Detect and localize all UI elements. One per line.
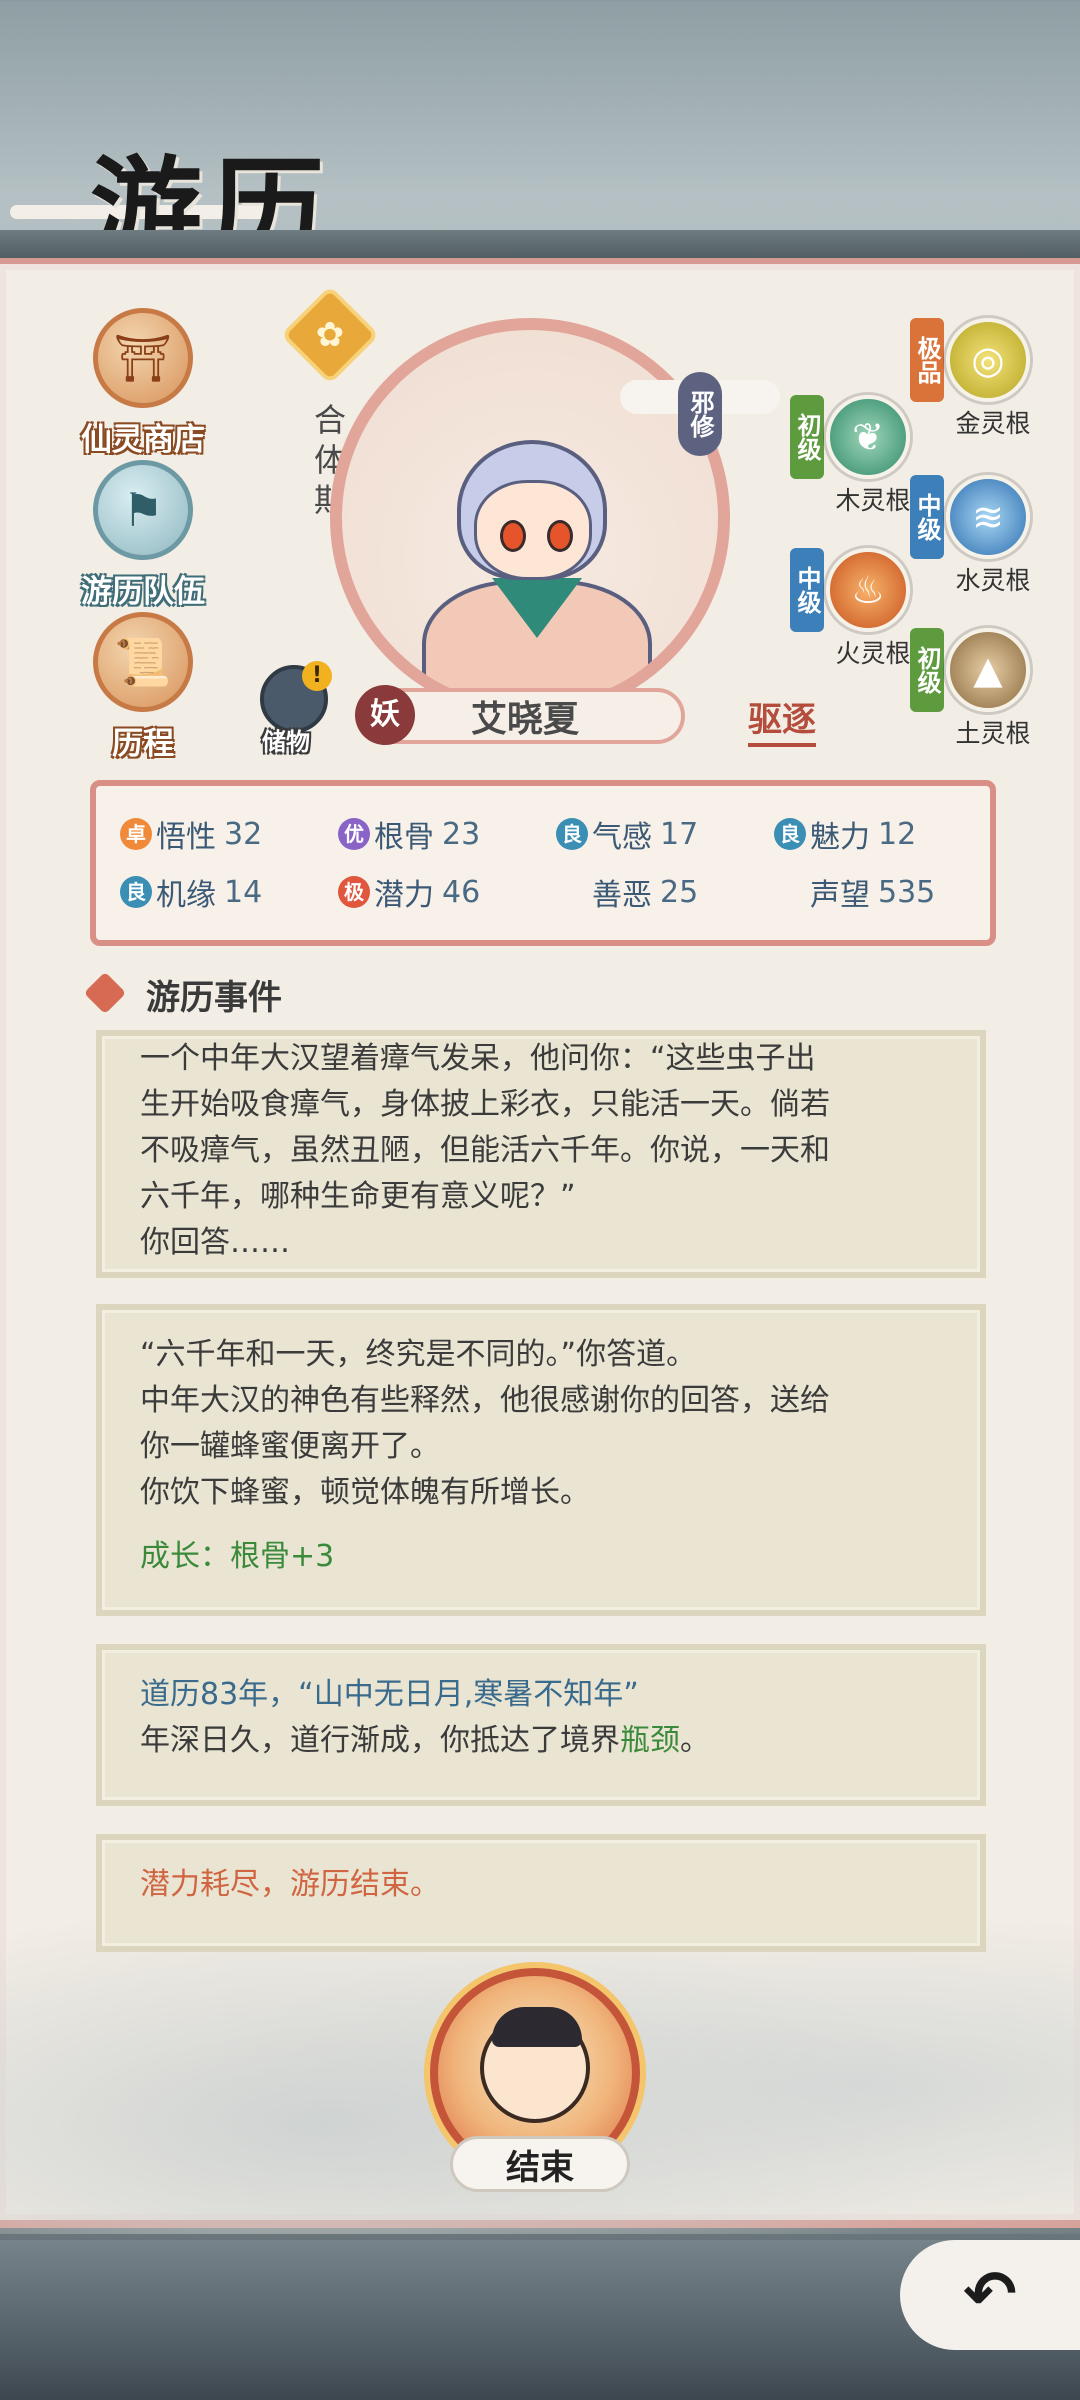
event-text: 年深日久，道行渐成，你抵达了境界 xyxy=(140,1723,620,1758)
expel-button[interactable]: 驱逐 xyxy=(748,692,816,747)
leaf-icon: ❦ xyxy=(826,395,910,479)
wave-icon: ≋ xyxy=(946,475,1030,559)
spiral-icon: ◎ xyxy=(946,318,1030,402)
header: 游历 xyxy=(0,0,1080,276)
end-button[interactable]: 结束 xyxy=(420,1968,660,2208)
stat-reputation: 声望 535 xyxy=(810,870,935,914)
character-portrait[interactable] xyxy=(330,318,730,718)
root-grade: 初级 xyxy=(910,628,944,712)
stat-value: 32 xyxy=(224,816,263,852)
stat-value: 14 xyxy=(224,874,263,910)
stat-qi-sense: 良 气感 17 xyxy=(556,812,698,856)
event-card: 道历83年，“山中无日月,寒暑不知年” 年深日久，道行渐成，你抵达了境界瓶颈。 xyxy=(96,1644,986,1806)
character-avatar xyxy=(480,2007,590,2123)
stat-value: 535 xyxy=(878,874,936,910)
stat-label: 魅力 xyxy=(810,820,870,855)
character-eye xyxy=(500,520,526,552)
event-line: 生开始吸食瘴气，身体披上彩衣，只能活一天。倘若 xyxy=(140,1087,830,1122)
race-badge: 妖 xyxy=(355,685,415,745)
event-line: 年深日久，道行渐成，你抵达了境界瓶颈。 xyxy=(140,1718,942,1764)
stat-label: 潜力 xyxy=(374,878,434,913)
journey-button[interactable]: 📜 历程 xyxy=(58,612,228,763)
stat-fortune: 良 机缘 14 xyxy=(120,870,262,914)
event-line: 你一罐蜂蜜便离开了。 xyxy=(140,1429,440,1464)
stat-bone: 优 根骨 23 xyxy=(338,812,480,856)
grade-badge: 良 xyxy=(556,818,588,850)
event-line: 不吸瘴气，虽然丑陋，但能活六千年。你说，一天和 xyxy=(140,1133,830,1168)
stat-charm: 良 魅力 12 xyxy=(774,812,916,856)
end-message: 潜力耗尽，游历结束。 xyxy=(140,1867,440,1902)
event-line: 道历83年，“山中无日月,寒暑不知年” xyxy=(140,1677,639,1712)
event-line: 中年大汉的神色有些释然，他很感谢你的回答，送给 xyxy=(140,1383,830,1418)
stat-value: 17 xyxy=(660,816,699,852)
event-line: 六千年，哪种生命更有意义呢？” xyxy=(140,1179,576,1214)
root-grade: 中级 xyxy=(910,475,944,559)
root-earth[interactable]: 初级 ▲ 土灵根 xyxy=(910,628,1080,748)
journey-label: 历程 xyxy=(112,726,174,762)
growth-text: 成长：根骨+3 xyxy=(140,1539,335,1574)
stat-value: 25 xyxy=(660,874,699,910)
storage-label: 储物 xyxy=(262,728,310,756)
stat-label: 气感 xyxy=(592,820,652,855)
character-eye xyxy=(547,520,573,552)
shop-label: 仙灵商店 xyxy=(81,422,205,458)
character-face xyxy=(474,480,592,580)
stat-value: 46 xyxy=(442,874,481,910)
shop-icon: ⛩ xyxy=(93,308,193,408)
event-card: “六千年和一天，终究是不同的。”你答道。 中年大汉的神色有些释然，他很感谢你的回… xyxy=(96,1304,986,1616)
root-grade: 初级 xyxy=(790,395,824,479)
shop-button[interactable]: ⛩ 仙灵商店 xyxy=(58,308,228,459)
grade-badge: 卓 xyxy=(120,818,152,850)
event-line: 你饮下蜂蜜，顿觉体魄有所增长。 xyxy=(140,1475,590,1510)
team-flag-icon: ⚑ xyxy=(93,460,193,560)
bottleneck-highlight: 瓶颈 xyxy=(620,1723,680,1758)
back-button[interactable]: ↶ xyxy=(900,2240,1080,2350)
stats-panel xyxy=(90,780,996,946)
end-button-label: 结束 xyxy=(506,2148,574,2188)
team-button[interactable]: ⚑ 游历队伍 xyxy=(58,460,228,611)
grade-badge: 良 xyxy=(774,818,806,850)
event-line: “六千年和一天，终究是不同的。”你答道。 xyxy=(140,1337,697,1372)
event-card: 一个中年大汉望着瘴气发呆，他问你：“这些虫子出 生开始吸食瘴气，身体披上彩衣，只… xyxy=(96,1030,986,1278)
events-title: 游历事件 xyxy=(146,978,282,1018)
stat-label: 悟性 xyxy=(156,820,216,855)
root-name: 土灵根 xyxy=(955,719,1031,748)
root-grade: 中级 xyxy=(790,548,824,632)
event-line: 你回答…… xyxy=(140,1225,290,1260)
stat-potential: 极 潜力 46 xyxy=(338,870,480,914)
flame-icon: ♨ xyxy=(826,548,910,632)
stat-label: 根骨 xyxy=(374,820,434,855)
grade-badge: 优 xyxy=(338,818,370,850)
stat-value: 12 xyxy=(878,816,917,852)
stat-label: 机缘 xyxy=(156,878,216,913)
event-card: 潜力耗尽，游历结束。 xyxy=(96,1834,986,1952)
stat-value: 23 xyxy=(442,816,481,852)
event-text: 。 xyxy=(680,1723,710,1758)
scroll-icon: 📜 xyxy=(93,612,193,712)
back-arrow-icon: ↶ xyxy=(963,2258,1017,2332)
mountain-icon: ▲ xyxy=(946,628,1030,712)
stat-comprehension: 卓 悟性 32 xyxy=(120,812,262,856)
stat-label: 善恶 xyxy=(592,878,652,913)
grade-badge: 良 xyxy=(120,876,152,908)
event-line: 一个中年大汉望着瘴气发呆，他问你：“这些虫子出 xyxy=(140,1041,816,1076)
stat-label: 声望 xyxy=(810,878,870,913)
roof-decoration xyxy=(0,230,1080,260)
stat-morality: 善恶 25 xyxy=(592,870,698,914)
grade-badge: 极 xyxy=(338,876,370,908)
cultivation-tag: 邪修 xyxy=(678,372,722,456)
root-grade: 极品 xyxy=(910,318,944,402)
team-label: 游历队伍 xyxy=(81,574,205,610)
